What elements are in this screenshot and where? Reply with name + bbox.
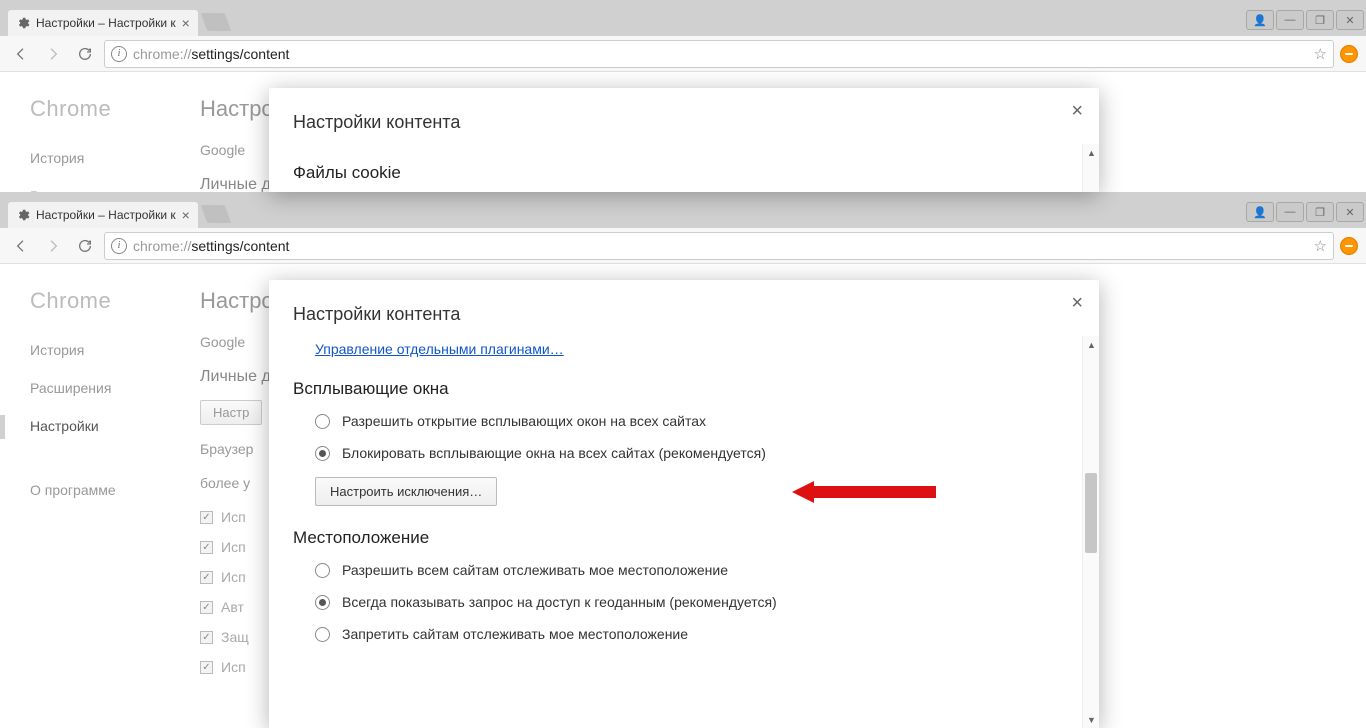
bookmark-star-icon[interactable]: ☆ — [1314, 237, 1327, 255]
scroll-up-icon[interactable]: ▲ — [1083, 336, 1100, 353]
chrome-logo: Chrome — [30, 288, 162, 314]
address-bar[interactable]: i chrome://settings/content ☆ — [104, 40, 1334, 68]
chrome-logo: Chrome — [30, 96, 162, 122]
url-text: chrome://settings/content — [133, 238, 289, 254]
popups-allow-radio[interactable]: Разрешить открытие всплывающих окон на в… — [315, 413, 1059, 429]
forward-button[interactable] — [40, 41, 66, 67]
gear-icon — [16, 208, 30, 222]
back-button[interactable] — [8, 233, 34, 259]
checkbox-icon: ✓ — [200, 661, 213, 674]
window-controls: 👤 — ❐ ✕ — [1246, 8, 1366, 36]
window-controls: 👤 — ❐ ✕ — [1246, 200, 1366, 228]
profile-button[interactable] — [1340, 237, 1358, 255]
checkbox-icon: ✓ — [200, 571, 213, 584]
sidebar-item-extensions[interactable]: Расширения — [30, 380, 162, 396]
reload-button[interactable] — [72, 233, 98, 259]
toolbar: i chrome://settings/content ☆ — [0, 36, 1366, 72]
browser-tab[interactable]: Настройки – Настройки к × — [8, 202, 198, 228]
close-window-button[interactable]: ✕ — [1336, 202, 1364, 222]
content-settings-dialog: × Настройки контента Файлы cookie ▲ — [269, 88, 1099, 192]
sidebar-item-history[interactable]: История — [30, 342, 162, 358]
scroll-thumb[interactable] — [1085, 473, 1097, 553]
close-icon[interactable]: × — [182, 16, 190, 30]
tab-title: Настройки – Настройки к — [36, 208, 176, 222]
dialog-title: Настройки контента — [269, 280, 1099, 325]
dialog-title: Настройки контента — [269, 88, 1099, 133]
dialog-close-button[interactable]: × — [1071, 292, 1083, 315]
tab-strip: Настройки – Настройки к × 👤 — ❐ ✕ — [0, 200, 1366, 228]
dialog-close-button[interactable]: × — [1071, 100, 1083, 123]
forward-button[interactable] — [40, 233, 66, 259]
close-window-button[interactable]: ✕ — [1336, 10, 1364, 30]
back-button[interactable] — [8, 41, 34, 67]
radio-label: Всегда показывать запрос на доступ к гео… — [342, 594, 777, 610]
popups-block-radio[interactable]: Блокировать всплывающие окна на всех сай… — [315, 445, 1059, 461]
profile-button[interactable] — [1340, 45, 1358, 63]
site-info-icon[interactable]: i — [111, 46, 127, 62]
radio-icon — [315, 595, 330, 610]
popups-heading: Всплывающие окна — [293, 379, 1059, 399]
checkbox-icon: ✓ — [200, 511, 213, 524]
checkbox-icon: ✓ — [200, 631, 213, 644]
location-deny-radio[interactable]: Запретить сайтам отслеживать мое местопо… — [315, 626, 1059, 642]
radio-label: Разрешить всем сайтам отслеживать мое ме… — [342, 562, 728, 578]
user-icon[interactable]: 👤 — [1246, 10, 1274, 30]
site-info-icon[interactable]: i — [111, 238, 127, 254]
user-icon[interactable]: 👤 — [1246, 202, 1274, 222]
radio-icon — [315, 446, 330, 461]
radio-icon — [315, 563, 330, 578]
address-bar[interactable]: i chrome://settings/content ☆ — [104, 232, 1334, 260]
popups-exceptions-button[interactable]: Настроить исключения… — [315, 477, 497, 506]
tab-title: Настройки – Настройки к — [36, 16, 176, 30]
browser-tab[interactable]: Настройки – Настройки к × — [8, 10, 198, 36]
tab-strip: Настройки – Настройки к × 👤 — ❐ ✕ — [0, 8, 1366, 36]
content-settings-dialog: × Настройки контента Управление отдельны… — [269, 280, 1099, 728]
toolbar: i chrome://settings/content ☆ — [0, 228, 1366, 264]
new-tab-button[interactable] — [201, 205, 232, 223]
dialog-scrollbar[interactable]: ▲ ▼ — [1082, 336, 1099, 728]
maximize-button[interactable]: ❐ — [1306, 10, 1334, 30]
radio-label: Блокировать всплывающие окна на всех сай… — [342, 445, 766, 461]
minimize-button[interactable]: — — [1276, 202, 1304, 222]
close-icon[interactable]: × — [182, 208, 190, 222]
radio-label: Разрешить открытие всплывающих окон на в… — [342, 413, 706, 429]
sidebar-item-history[interactable]: История — [30, 150, 162, 166]
manage-plugins-link[interactable]: Управление отдельными плагинами… — [315, 341, 564, 357]
scroll-up-icon[interactable]: ▲ — [1083, 144, 1100, 161]
radio-icon — [315, 627, 330, 642]
dialog-scrollbar[interactable]: ▲ — [1082, 144, 1099, 192]
gear-icon — [16, 16, 30, 30]
reload-button[interactable] — [72, 41, 98, 67]
checkbox-icon: ✓ — [200, 601, 213, 614]
checkbox-icon: ✓ — [200, 541, 213, 554]
location-allow-radio[interactable]: Разрешить всем сайтам отслеживать мое ме… — [315, 562, 1059, 578]
cookies-heading: Файлы cookie — [293, 163, 1059, 183]
sidebar-item-settings[interactable]: Настройки — [30, 418, 162, 434]
bookmark-star-icon[interactable]: ☆ — [1314, 45, 1327, 63]
scroll-down-icon[interactable]: ▼ — [1083, 711, 1100, 728]
new-tab-button[interactable] — [201, 13, 232, 31]
minimize-button[interactable]: — — [1276, 10, 1304, 30]
url-text: chrome://settings/content — [133, 46, 289, 62]
sidebar-item-about[interactable]: О программе — [30, 482, 162, 498]
location-ask-radio[interactable]: Всегда показывать запрос на доступ к гео… — [315, 594, 1059, 610]
settings-sidebar: Chrome История Расширения Настройки О пр… — [0, 264, 180, 689]
radio-icon — [315, 414, 330, 429]
location-heading: Местоположение — [293, 528, 1059, 548]
maximize-button[interactable]: ❐ — [1306, 202, 1334, 222]
radio-label: Запретить сайтам отслеживать мое местопо… — [342, 626, 688, 642]
default-button[interactable]: Настр — [200, 400, 262, 425]
